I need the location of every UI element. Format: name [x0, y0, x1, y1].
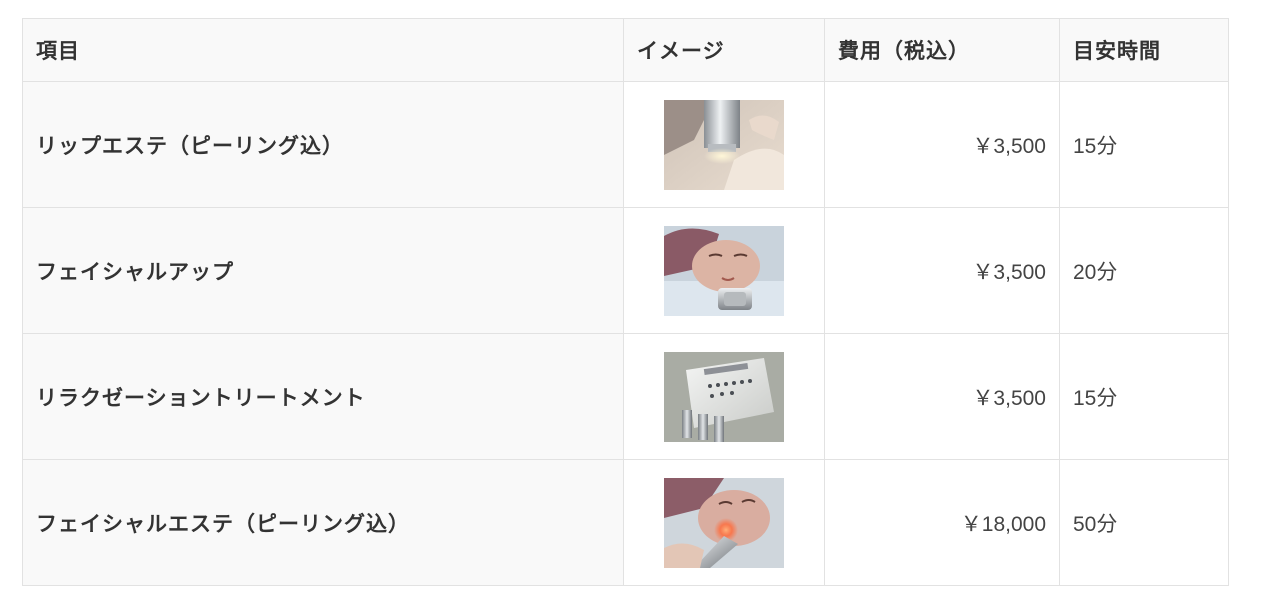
item-name: リップエステ（ピーリング込）	[22, 81, 624, 208]
table-row: フェイシャルアップ ￥3,500 20分	[22, 207, 1229, 334]
item-name: リラクゼーショントリートメント	[22, 333, 624, 460]
table-row: リラクゼーショントリートメント ￥3,500 15分	[22, 333, 1229, 460]
relaxation-device-photo	[664, 351, 784, 442]
price-value: ￥3,500	[824, 333, 1060, 460]
facial-esthe-photo	[664, 477, 784, 568]
image-cell	[623, 207, 825, 334]
time-value: 50分	[1059, 459, 1229, 586]
price-value: ￥3,500	[824, 81, 1060, 208]
item-name: フェイシャルエステ（ピーリング込）	[22, 459, 624, 586]
price-table: 項目 イメージ 費用（税込） 目安時間 リップエステ（ピーリング込） ￥3,50…	[22, 18, 1229, 586]
header-image: イメージ	[623, 18, 825, 82]
price-value: ￥3,500	[824, 207, 1060, 334]
time-value: 15分	[1059, 81, 1229, 208]
header-time: 目安時間	[1059, 18, 1229, 82]
image-cell	[623, 459, 825, 586]
table-header-row: 項目 イメージ 費用（税込） 目安時間	[22, 18, 1229, 82]
image-cell	[623, 333, 825, 460]
price-value: ￥18,000	[824, 459, 1060, 586]
facial-up-photo	[664, 225, 784, 316]
table-row: リップエステ（ピーリング込） ￥3,500 15分	[22, 81, 1229, 208]
lip-treatment-photo	[664, 99, 784, 190]
time-value: 15分	[1059, 333, 1229, 460]
item-name: フェイシャルアップ	[22, 207, 624, 334]
header-price: 費用（税込）	[824, 18, 1060, 82]
header-item: 項目	[22, 18, 624, 82]
image-cell	[623, 81, 825, 208]
time-value: 20分	[1059, 207, 1229, 334]
table-row: フェイシャルエステ（ピーリング込） ￥18,000 50分	[22, 459, 1229, 586]
